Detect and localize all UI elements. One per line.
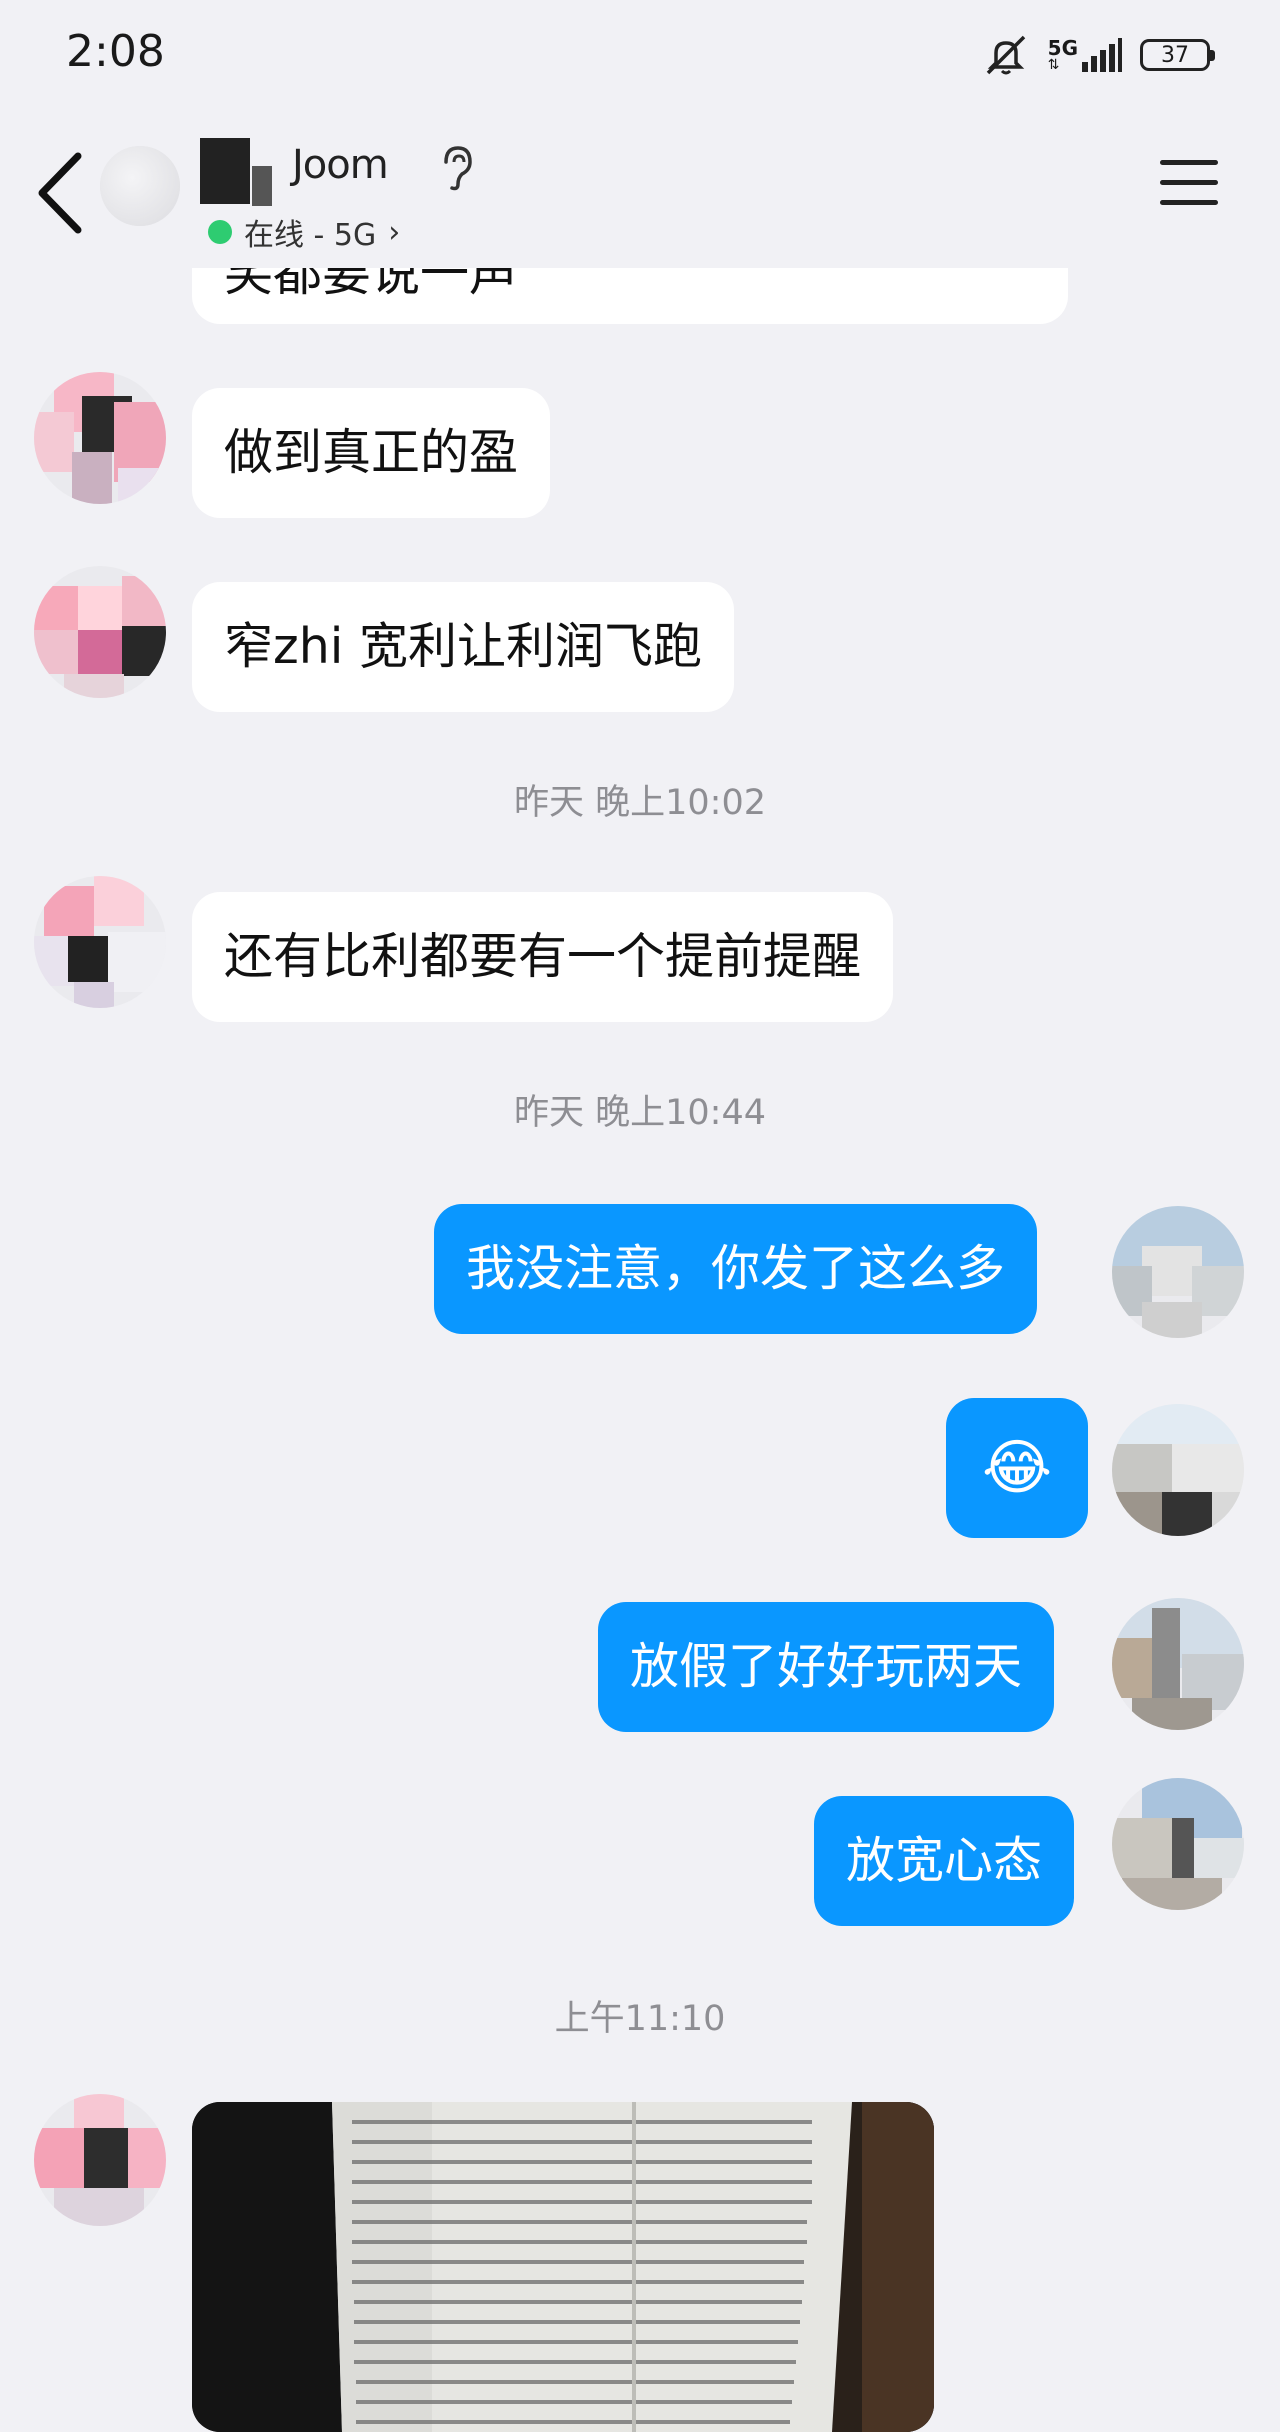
timestamp: 昨天 晚上10:02 (514, 783, 766, 823)
name-redaction (200, 138, 250, 204)
status-icons: 5G ⇅ 37 (982, 30, 1215, 80)
user-avatar[interactable] (1112, 1404, 1244, 1536)
message-text: 窄zhi 宽利让利润飞跑 (224, 618, 702, 675)
menu-icon[interactable] (1160, 160, 1218, 208)
message-text: 放宽心态 (846, 1832, 1043, 1889)
signal-indicator: 5G ⇅ (1048, 38, 1122, 72)
signal-bars-icon (1082, 38, 1122, 72)
network-type: 5G (1047, 36, 1078, 60)
contact-name[interactable]: Joom (292, 142, 389, 188)
user-avatar[interactable] (1112, 1778, 1244, 1910)
battery-level: 37 (1161, 42, 1189, 68)
online-dot-icon (208, 220, 232, 244)
emoji: 😂 (981, 1433, 1053, 1503)
message-text: 还有比利都要有一个提前提醒 (224, 928, 862, 985)
message-bubble[interactable]: 窄zhi 宽利让利润飞跑 (192, 582, 734, 712)
image-message[interactable] (192, 2102, 934, 2432)
hearing-icon[interactable] (436, 144, 476, 192)
timestamp: 上午11:10 (554, 1999, 726, 2039)
message-text: 我没注意，你发了这么多 (466, 1240, 1006, 1297)
message-bubble[interactable]: 做到真正的盈 (192, 388, 551, 518)
presence-label: 在线 - 5G (244, 218, 377, 253)
status-time: 2:08 (66, 26, 165, 77)
battery-icon: 37 (1140, 39, 1215, 71)
mute-vibrate-icon (986, 35, 1025, 75)
timestamp: 昨天 晚上10:44 (514, 1093, 766, 1133)
presence-status[interactable]: 在线 - 5G › (208, 210, 400, 254)
message-bubble[interactable]: 我没注意，你发了这么多 (434, 1204, 1038, 1334)
chat-header: Joom 在线 - 5G › (0, 108, 1280, 268)
user-avatar[interactable] (1112, 1598, 1244, 1730)
status-bar: 2:08 5G ⇅ 37 (0, 0, 1280, 108)
chevron-right-icon: › (388, 214, 401, 250)
contact-avatar[interactable] (34, 372, 166, 504)
user-avatar[interactable] (1112, 1206, 1244, 1338)
message-bubble[interactable]: 放假了好好玩两天 (598, 1602, 1055, 1732)
contact-avatar[interactable] (34, 876, 166, 1008)
contact-avatar[interactable] (100, 146, 180, 226)
message-bubble[interactable]: 还有比利都要有一个提前提醒 (192, 892, 894, 1022)
back-arrow-icon[interactable] (30, 148, 90, 238)
book-photo (192, 2102, 934, 2432)
name-redaction (252, 166, 272, 206)
contact-avatar[interactable] (34, 2094, 166, 2226)
message-bubble[interactable]: 😂 (946, 1398, 1088, 1538)
message-text: 放假了好好玩两天 (630, 1638, 1023, 1695)
message-bubble[interactable]: 放宽心态 (814, 1796, 1075, 1926)
contact-avatar[interactable] (34, 566, 166, 698)
message-text: 做到真正的盈 (224, 424, 519, 481)
